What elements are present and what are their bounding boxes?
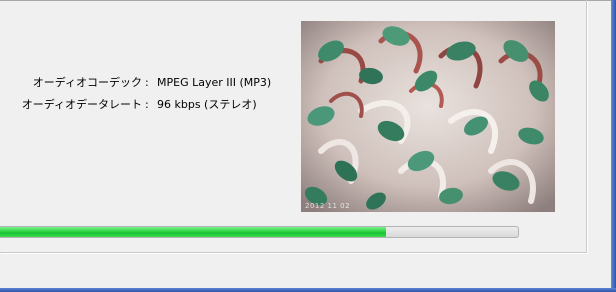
progress-bar-fill: [0, 227, 386, 237]
audio-bitrate-row: オーディオデータレート : 96 kbps (ステレオ): [0, 96, 300, 114]
video-thumbnail-image: [301, 21, 555, 212]
video-timestamp: 2012 11 02: [305, 202, 351, 210]
media-info-panel: オーディオコーデック : MPEG Layer III (MP3) オーディオデ…: [0, 0, 587, 253]
window-frame-bottom: [0, 288, 616, 292]
audio-codec-label: オーディオコーデック: [32, 76, 142, 89]
audio-bitrate-value: 96 kbps (ステレオ): [157, 98, 257, 111]
progress-bar: [0, 226, 519, 238]
media-properties-window: オーディオコーデック : MPEG Layer III (MP3) オーディオデ…: [0, 0, 616, 292]
audio-bitrate-separator: :: [145, 98, 149, 111]
window-frame-right: [611, 0, 616, 292]
audio-codec-row: オーディオコーデック : MPEG Layer III (MP3): [0, 74, 300, 92]
audio-codec-separator: :: [145, 76, 149, 89]
audio-bitrate-label: オーディオデータレート: [21, 98, 142, 111]
audio-codec-value: MPEG Layer III (MP3): [157, 76, 272, 89]
video-thumbnail: 2012 11 02: [301, 21, 555, 212]
